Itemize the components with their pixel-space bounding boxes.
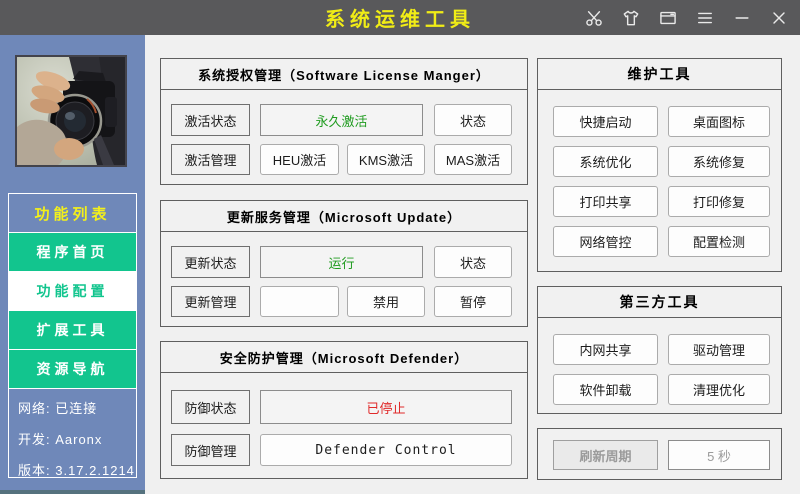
thirdparty-panel: 第三方工具 内网共享 驱动管理 软件卸载 清理优化 <box>537 286 782 414</box>
print-repair-button[interactable]: 打印修复 <box>668 186 770 217</box>
cleanup-button[interactable]: 清理优化 <box>668 374 770 405</box>
defender-panel: 安全防护管理（Microsoft Defender） 防御状态 已停止 防御管理… <box>160 341 528 479</box>
titlebar: 系统运维工具 <box>0 0 800 35</box>
scissors-icon[interactable] <box>583 7 605 29</box>
menu-icon[interactable] <box>694 7 716 29</box>
main-area: 系统授权管理（Software License Manger） 激活状态 永久激… <box>0 35 800 494</box>
network-control-button[interactable]: 网络管控 <box>553 226 658 257</box>
defense-manage-button[interactable]: 防御管理 <box>171 434 250 466</box>
license-status-button[interactable]: 状态 <box>434 104 512 136</box>
update-panel-title: 更新服务管理（Microsoft Update） <box>161 201 527 232</box>
update-pause-button[interactable]: 暂停 <box>434 286 512 317</box>
shirt-theme-icon[interactable] <box>620 7 642 29</box>
kms-activate-button[interactable]: KMS激活 <box>347 144 425 175</box>
system-repair-button[interactable]: 系统修复 <box>668 146 770 177</box>
desktop-icons-button[interactable]: 桌面图标 <box>668 106 770 137</box>
print-share-button[interactable]: 打印共享 <box>553 186 658 217</box>
maintenance-panel: 维护工具 快捷启动 桌面图标 系统优化 系统修复 打印共享 打印修复 网络管控 … <box>537 58 782 272</box>
heu-activate-button[interactable]: HEU激活 <box>260 144 339 175</box>
update-status-button[interactable]: 更新状态 <box>171 246 250 278</box>
update-manage-button[interactable]: 更新管理 <box>171 286 250 317</box>
refresh-panel: 刷新周期 5 秒 <box>537 428 782 480</box>
minimize-icon[interactable] <box>731 7 753 29</box>
update-status-query-button[interactable]: 状态 <box>434 246 512 278</box>
license-panel: 系统授权管理（Software License Manger） 激活状态 永久激… <box>160 58 528 185</box>
refresh-period-button[interactable]: 刷新周期 <box>553 440 658 470</box>
activation-status-button[interactable]: 激活状态 <box>171 104 250 136</box>
update-empty-field[interactable] <box>260 286 339 317</box>
update-status-value: 运行 <box>260 246 423 278</box>
lan-share-button[interactable]: 内网共享 <box>553 334 658 365</box>
window-controls <box>583 0 790 35</box>
update-disable-button[interactable]: 禁用 <box>347 286 425 317</box>
defender-control-button[interactable]: Defender Control <box>260 434 512 466</box>
window-style-icon[interactable] <box>657 7 679 29</box>
close-icon[interactable] <box>768 7 790 29</box>
refresh-interval-value[interactable]: 5 秒 <box>668 440 770 470</box>
mas-activate-button[interactable]: MAS激活 <box>434 144 512 175</box>
license-panel-title: 系统授权管理（Software License Manger） <box>161 59 527 90</box>
config-check-button[interactable]: 配置检测 <box>668 226 770 257</box>
activation-manage-button[interactable]: 激活管理 <box>171 144 250 175</box>
defense-status-button[interactable]: 防御状态 <box>171 390 250 424</box>
uninstall-button[interactable]: 软件卸载 <box>553 374 658 405</box>
maintenance-panel-title: 维护工具 <box>538 59 781 90</box>
update-panel: 更新服务管理（Microsoft Update） 更新状态 运行 状态 更新管理… <box>160 200 528 327</box>
system-optimize-button[interactable]: 系统优化 <box>553 146 658 177</box>
defense-status-value: 已停止 <box>260 390 512 424</box>
quick-launch-button[interactable]: 快捷启动 <box>553 106 658 137</box>
defender-panel-title: 安全防护管理（Microsoft Defender） <box>161 342 527 373</box>
driver-manage-button[interactable]: 驱动管理 <box>668 334 770 365</box>
thirdparty-panel-title: 第三方工具 <box>538 287 781 318</box>
activation-status-value: 永久激活 <box>260 104 423 136</box>
